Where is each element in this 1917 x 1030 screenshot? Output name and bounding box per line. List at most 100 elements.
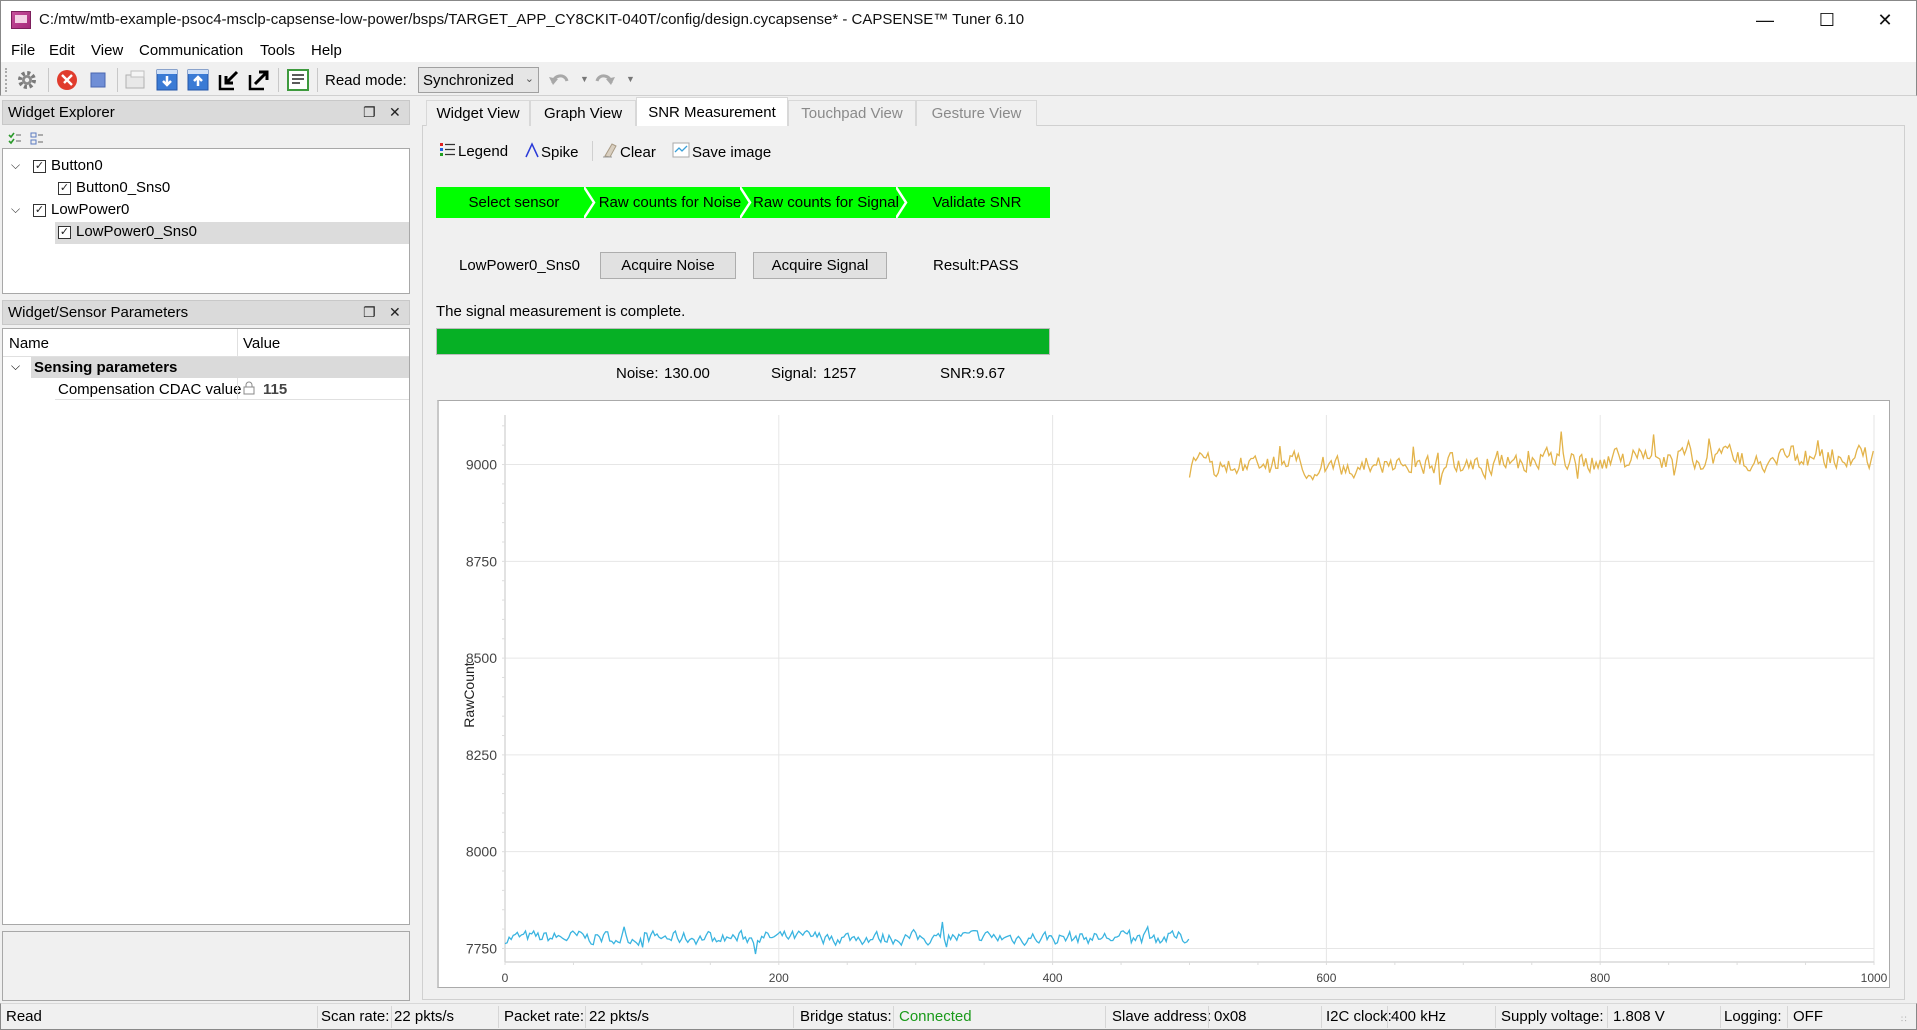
series xyxy=(504,431,1874,955)
params-group-row[interactable]: ⌵ Sensing parameters xyxy=(3,357,409,378)
legend-button[interactable]: Legend xyxy=(440,142,508,160)
minimize-icon: — xyxy=(1756,9,1774,30)
noise-label: Noise: xyxy=(616,365,659,382)
status-separator xyxy=(1787,1006,1788,1028)
i2c-clock-value: 400 kHz xyxy=(1391,1008,1447,1025)
checkbox-icon[interactable]: ✓ xyxy=(58,182,71,195)
spike-button[interactable]: Spike xyxy=(525,142,579,162)
stop-icon[interactable] xyxy=(86,68,110,92)
undo-dropdown-icon[interactable]: ▼ xyxy=(580,74,589,84)
toolbar-separator xyxy=(48,68,49,92)
bridge-status-value: Connected xyxy=(899,1008,972,1025)
read-mode-value: Synchronized xyxy=(423,72,514,89)
params-row[interactable]: Compensation CDAC value 115 xyxy=(55,378,409,400)
read-mode-select[interactable]: Synchronized ⌄ xyxy=(418,67,539,93)
tab-snr-measurement[interactable]: SNR Measurement xyxy=(636,97,788,126)
snr-value: 9.67 xyxy=(976,365,1006,382)
chevron-down-icon[interactable]: ⌵ xyxy=(11,359,20,374)
close-panel-icon[interactable]: ✕ xyxy=(389,304,401,321)
menu-file[interactable]: File xyxy=(11,42,35,59)
float-panel-icon[interactable]: ❐ xyxy=(363,304,376,321)
rawcount-chart[interactable]: 7750800082508500875090000 200 400 600 800 100… xyxy=(437,400,1890,988)
float-panel-icon[interactable]: ❐ xyxy=(363,104,376,121)
empty-panel xyxy=(2,931,410,1001)
status-separator xyxy=(498,1006,499,1028)
minimize-button[interactable]: — xyxy=(1736,1,1794,39)
progress-fill xyxy=(437,329,1049,354)
menu-view[interactable]: View xyxy=(91,42,123,59)
tree-item-lowpower0-sns0[interactable]: ✓ LowPower0_Sns0 xyxy=(55,222,409,244)
toolbar-grip[interactable] xyxy=(5,68,8,92)
undo-icon[interactable] xyxy=(547,68,571,92)
spike-label: Spike xyxy=(541,143,579,161)
close-button[interactable]: ✕ xyxy=(1856,1,1914,39)
resize-grip-icon[interactable]: ∷ xyxy=(1901,1014,1907,1025)
chevron-down-icon[interactable]: ⌵ xyxy=(11,202,20,217)
status-separator xyxy=(1321,1006,1322,1028)
menu-communication[interactable]: Communication xyxy=(139,42,243,59)
x-tick-label: 1000 xyxy=(1861,971,1888,985)
tab-graph-view[interactable]: Graph View xyxy=(530,100,636,126)
column-value[interactable]: Value xyxy=(243,335,280,352)
tree-item-button0-sns0[interactable]: ✓ Button0_Sns0 xyxy=(3,178,409,200)
step-chevron-icon xyxy=(740,187,752,218)
tab-widget-view[interactable]: Widget View xyxy=(426,100,530,126)
menu-help[interactable]: Help xyxy=(311,42,342,59)
step-signal: Raw counts for Signal xyxy=(748,187,904,218)
uncheck-all-icon[interactable] xyxy=(30,132,44,146)
write-to-device-icon[interactable] xyxy=(247,68,271,92)
series-line-noise xyxy=(504,921,1190,955)
status-state: Read xyxy=(6,1008,42,1025)
checkbox-icon[interactable]: ✓ xyxy=(33,160,46,173)
check-all-icon[interactable] xyxy=(8,132,22,146)
tab-label: Gesture View xyxy=(931,105,1022,122)
slave-address-label: Slave address: xyxy=(1112,1008,1212,1025)
y-tick-label: 7750 xyxy=(466,940,497,956)
acquire-signal-button[interactable]: Acquire Signal xyxy=(753,252,887,279)
tree-item-button0[interactable]: ⌵ ✓ Button0 xyxy=(3,156,409,178)
step-chevron-icon xyxy=(896,187,908,218)
maximize-button[interactable]: ☐ xyxy=(1798,1,1856,39)
tree-item-lowpower0[interactable]: ⌵ ✓ LowPower0 xyxy=(3,200,409,222)
acquire-noise-button[interactable]: Acquire Noise xyxy=(600,252,736,279)
supply-voltage-label: Supply voltage: xyxy=(1501,1008,1604,1025)
bridge-status-label: Bridge status: xyxy=(800,1008,892,1025)
param-value[interactable]: 115 xyxy=(263,381,287,398)
tab-label: Graph View xyxy=(543,105,623,122)
legend-label: Legend xyxy=(458,142,509,160)
read-from-device-icon[interactable] xyxy=(217,68,241,92)
menu-edit[interactable]: Edit xyxy=(49,42,75,59)
close-panel-icon[interactable]: ✕ xyxy=(389,104,401,121)
params-table: Name Value ⌵ Sensing parameters Compensa… xyxy=(2,328,410,925)
widget-explorer-title: Widget Explorer xyxy=(8,104,115,121)
tree-item-label: Button0_Sns0 xyxy=(76,179,171,196)
clear-button[interactable]: Clear xyxy=(602,142,656,162)
checkbox-icon[interactable]: ✓ xyxy=(58,226,71,239)
redo-icon[interactable] xyxy=(593,68,617,92)
column-name[interactable]: Name xyxy=(9,335,49,352)
window-title: C:/mtw/mtb-example-psoc4-msclp-capsense-… xyxy=(39,11,1025,28)
y-axis-label: RawCount xyxy=(461,662,477,727)
signal-value: 1257 xyxy=(823,365,857,382)
step-label: Raw counts for Signal xyxy=(753,194,899,211)
open-folder-icon[interactable] xyxy=(124,68,148,92)
log-icon[interactable] xyxy=(286,68,310,92)
menu-tools[interactable]: Tools xyxy=(260,42,295,59)
redo-dropdown-icon[interactable]: ▼ xyxy=(626,74,635,84)
snr-label: SNR: xyxy=(940,365,976,382)
gear-icon[interactable] xyxy=(15,68,39,92)
slave-address-value: 0x08 xyxy=(1214,1008,1247,1025)
disconnect-icon[interactable] xyxy=(55,68,79,92)
save-image-button[interactable]: Save image xyxy=(672,142,771,162)
checkbox-icon[interactable]: ✓ xyxy=(33,204,46,217)
step-chevron-icon xyxy=(584,187,596,218)
result-label: Result:PASS xyxy=(933,257,1019,274)
scan-rate-value: 22 pkts/s xyxy=(394,1008,455,1025)
tree-item-label: LowPower0 xyxy=(51,201,130,218)
import-icon[interactable] xyxy=(155,68,179,92)
status-separator xyxy=(1387,1006,1388,1028)
export-icon[interactable] xyxy=(186,68,210,92)
column-divider xyxy=(237,378,238,400)
toolbar-separator xyxy=(117,68,118,92)
chevron-down-icon[interactable]: ⌵ xyxy=(11,158,20,173)
